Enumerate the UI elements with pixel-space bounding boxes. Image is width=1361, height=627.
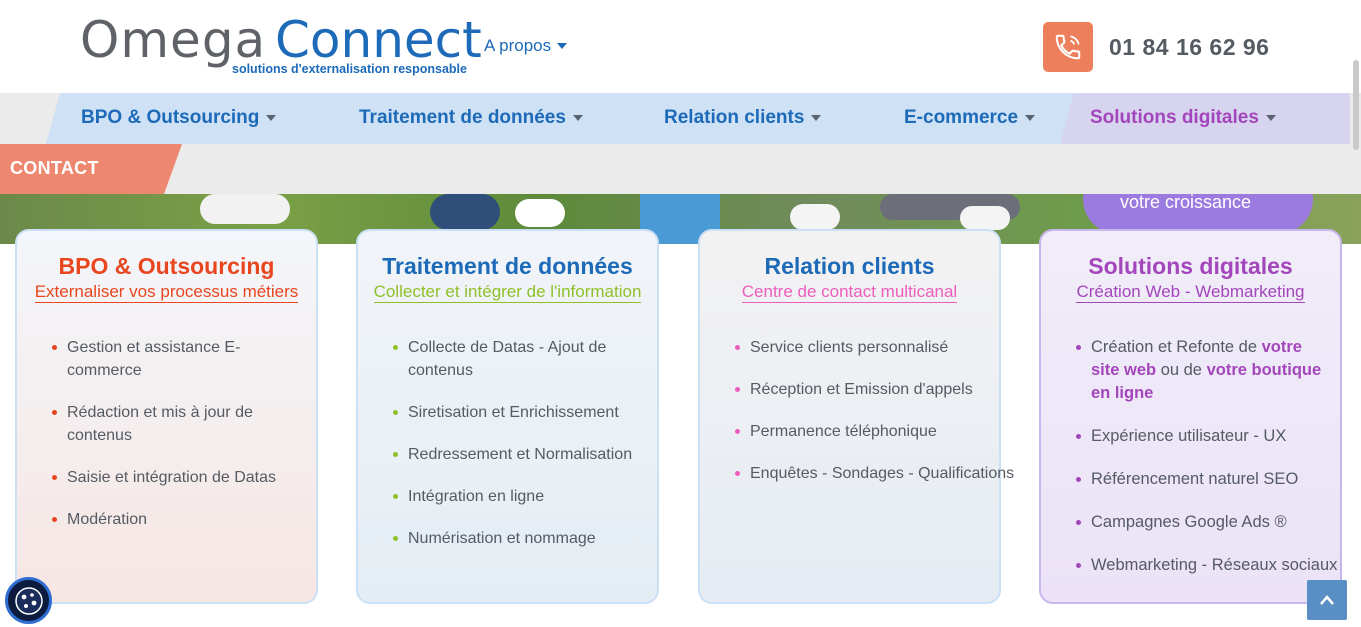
card-list: Gestion et assistance E-commerce Rédacti… (27, 336, 306, 531)
page-scrollbar[interactable] (1353, 60, 1359, 150)
main-nav: BPO & Outsourcing Traitement de données … (0, 93, 1361, 144)
list-item[interactable]: Collecte de Datas - Ajout de contenus (393, 336, 647, 382)
chevron-down-icon (1025, 115, 1036, 121)
card-list: Création et Refonte de votre site web ou… (1051, 336, 1337, 577)
list-item[interactable]: Réception et Emission d'appels (735, 378, 989, 401)
chevron-down-icon (266, 115, 277, 121)
secondary-nav: CONTACT (0, 144, 1361, 194)
card-subtitle: Externaliser vos processus métiers (34, 282, 299, 303)
list-item[interactable]: Rédaction et mis à jour de contenus (52, 401, 306, 447)
card-solutions[interactable]: Solutions digitales Création Web - Webma… (1039, 229, 1342, 604)
card-subtitle: Création Web - Webmarketing (1076, 282, 1305, 303)
list-item[interactable]: Permanence téléphonique (735, 420, 989, 443)
list-item[interactable]: Création et Refonte de votre site web ou… (1076, 336, 1330, 405)
cookie-icon (14, 586, 43, 615)
list-item[interactable]: Campagnes Google Ads ® (1076, 511, 1330, 534)
nav-item-ecommerce[interactable]: E-commerce (904, 107, 1036, 129)
phone-icon (1043, 22, 1093, 72)
chevron-down-icon (557, 43, 568, 49)
cookie-settings-button[interactable] (5, 577, 52, 624)
nav-item-traitement[interactable]: Traitement de données (359, 107, 583, 129)
scroll-to-top-button[interactable] (1307, 580, 1347, 620)
nav-item-label: E-commerce (904, 107, 1019, 128)
list-item[interactable]: Intégration en ligne (393, 485, 647, 508)
phone-number[interactable]: 01 84 16 62 96 (1109, 34, 1269, 61)
hero-text: votre croissance (1120, 194, 1252, 212)
list-item[interactable]: Enquêtes - Sondages - Qualifications (735, 462, 1014, 485)
card-list: Collecte de Datas - Ajout de contenus Si… (368, 336, 647, 550)
list-item[interactable]: Gestion et assistance E-commerce (52, 336, 306, 382)
site-header: Omega Connect solutions d'externalisatio… (0, 0, 1361, 93)
logo-connect-text: Connect (275, 11, 482, 69)
apropos-label: A propos (484, 36, 552, 55)
apropos-menu[interactable]: A propos (484, 36, 568, 56)
list-item[interactable]: Expérience utilisateur - UX (1076, 425, 1330, 448)
nav-item-label: Solutions digitales (1090, 107, 1259, 128)
card-subtitle: Collecter et intégrer de l'information (373, 282, 642, 303)
nav-item-label: Relation clients (664, 107, 805, 128)
nav-item-solutions[interactable]: Solutions digitales (1090, 107, 1276, 129)
card-title[interactable]: Relation clients (710, 251, 989, 281)
nav-item-bpo[interactable]: BPO & Outsourcing (81, 107, 277, 129)
nav-item-label: BPO & Outsourcing (81, 107, 260, 128)
card-relation[interactable]: Relation clients Centre de contact multi… (698, 229, 1014, 604)
list-item[interactable]: Référencement naturel SEO (1076, 468, 1330, 491)
logo-omega-text: Omega (80, 11, 267, 69)
card-title[interactable]: Solutions digitales (1051, 251, 1330, 281)
card-subtitle: Centre de contact multicanal (741, 282, 958, 303)
list-item[interactable]: Webmarketing - Réseaux sociaux (1076, 554, 1337, 577)
site-logo[interactable]: Omega Connect solutions d'externalisatio… (80, 11, 482, 82)
card-title[interactable]: BPO & Outsourcing (27, 251, 306, 281)
nav-item-relation[interactable]: Relation clients (664, 107, 822, 129)
nav-item-label: Traitement de données (359, 107, 566, 128)
chevron-down-icon (811, 115, 822, 121)
chevron-up-icon (1320, 595, 1334, 605)
chevron-down-icon (572, 115, 583, 121)
card-title[interactable]: Traitement de données (368, 251, 647, 281)
card-bpo[interactable]: BPO & Outsourcing Externaliser vos proce… (15, 229, 318, 604)
phone-contact[interactable]: 01 84 16 62 96 (1043, 22, 1269, 72)
card-traitement[interactable]: Traitement de données Collecter et intég… (356, 229, 659, 604)
contact-button[interactable]: CONTACT (0, 144, 182, 194)
list-item[interactable]: Saisie et intégration de Datas (52, 466, 306, 489)
logo-tagline: solutions d'externalisation responsable (232, 62, 467, 76)
chevron-down-icon (1265, 115, 1276, 121)
list-item[interactable]: Siretisation et Enrichissement (393, 401, 647, 424)
card-list: Service clients personnalisé Réception e… (710, 336, 1014, 485)
list-item[interactable]: Modération (52, 508, 306, 531)
list-item[interactable]: Service clients personnalisé (735, 336, 989, 359)
list-item[interactable]: Numérisation et nommage (393, 527, 647, 550)
list-item[interactable]: Redressement et Normalisation (393, 443, 647, 466)
